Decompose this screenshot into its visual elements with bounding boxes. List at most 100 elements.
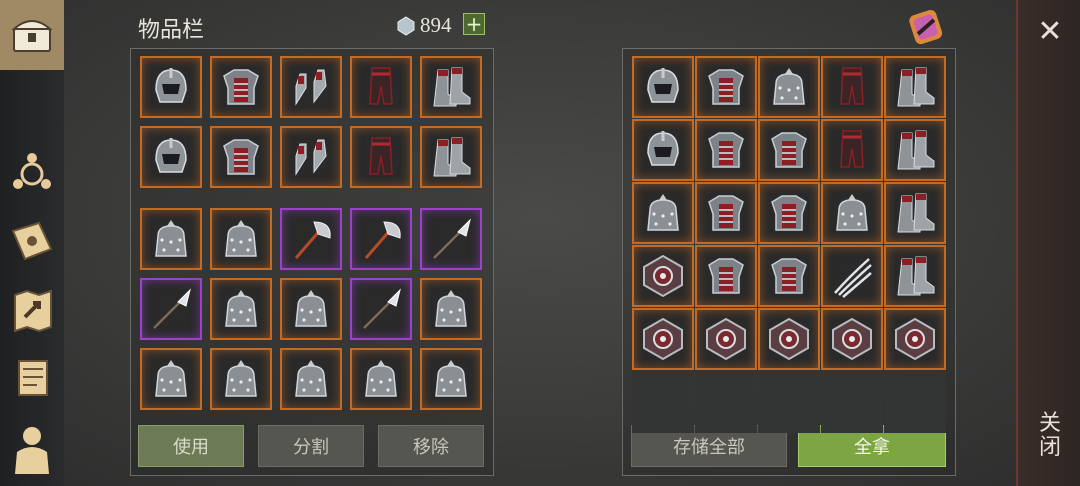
- item-slot-chest-armor[interactable]: [758, 119, 820, 181]
- axe-icon: [364, 221, 401, 259]
- empty-slot[interactable]: [884, 371, 946, 433]
- item-slot-chest-armor[interactable]: [210, 56, 272, 118]
- chest-armor-icon: [708, 258, 744, 294]
- item-slot-boots[interactable]: [420, 126, 482, 188]
- chest-armor-icon: [708, 69, 744, 105]
- item-slot-spiked-armor[interactable]: [420, 348, 482, 410]
- item-slot-boots[interactable]: [884, 119, 946, 181]
- close-panel[interactable]: ✕ 关闭: [1016, 0, 1080, 486]
- item-slot-gloves[interactable]: [280, 56, 342, 118]
- item-slot-leg-armor[interactable]: [350, 56, 412, 118]
- remove-button[interactable]: 移除: [378, 425, 484, 467]
- boots-icon: [897, 130, 935, 170]
- item-slot-helmet[interactable]: [140, 56, 202, 118]
- item-slot-spiked-armor[interactable]: [280, 348, 342, 410]
- spiked-armor-icon: [435, 360, 467, 397]
- left-sidebar: [0, 0, 64, 486]
- item-slot-spiked-armor[interactable]: [210, 278, 272, 340]
- character-icon[interactable]: [6, 424, 58, 476]
- empty-slot[interactable]: [758, 371, 820, 433]
- item-slot-helmet[interactable]: [632, 119, 694, 181]
- item-slot-shield[interactable]: [821, 308, 883, 370]
- item-slot-axe[interactable]: [280, 208, 342, 270]
- item-slot-chest-armor[interactable]: [695, 56, 757, 118]
- currency-count: 894: [420, 13, 452, 37]
- item-slot-chest-armor[interactable]: [758, 245, 820, 307]
- shield-icon: [895, 317, 935, 361]
- item-slot-shield[interactable]: [632, 308, 694, 370]
- item-slot-glaive[interactable]: [350, 278, 412, 340]
- item-slot-spiked-armor[interactable]: [210, 348, 272, 410]
- gloves-icon: [295, 139, 327, 176]
- chest-icon[interactable]: [6, 8, 58, 60]
- shield-icon: [643, 317, 683, 361]
- item-slot-glaive[interactable]: [140, 278, 202, 340]
- item-slot-spiked-armor[interactable]: [632, 182, 694, 244]
- item-slot-glaive[interactable]: [420, 208, 482, 270]
- helmet-icon: [155, 138, 187, 173]
- item-slot-shield[interactable]: [758, 308, 820, 370]
- item-slot-spiked-armor[interactable]: [420, 278, 482, 340]
- spiked-armor-icon: [225, 220, 257, 257]
- leg-armor-icon: [369, 137, 393, 175]
- close-icon[interactable]: ✕: [1036, 14, 1064, 50]
- item-slot-boots[interactable]: [884, 56, 946, 118]
- chest-armor-icon: [223, 69, 259, 105]
- boots-icon: [433, 67, 471, 107]
- item-slot-spiked-armor[interactable]: [140, 348, 202, 410]
- item-slot-shield[interactable]: [884, 308, 946, 370]
- item-slot-helmet[interactable]: [140, 126, 202, 188]
- empty-slot[interactable]: [632, 371, 694, 433]
- map-icon[interactable]: [6, 284, 58, 336]
- close-label[interactable]: 关闭: [1038, 412, 1062, 460]
- loot-bag-icon[interactable]: [904, 8, 948, 48]
- item-slot-spiked-armor[interactable]: [821, 182, 883, 244]
- scroll-icon[interactable]: [6, 352, 58, 404]
- item-slot-shield[interactable]: [632, 245, 694, 307]
- split-button[interactable]: 分割: [258, 425, 364, 467]
- empty-slot[interactable]: [821, 371, 883, 433]
- item-slot-chest-armor[interactable]: [695, 245, 757, 307]
- spiked-armor-icon: [435, 290, 467, 327]
- inventory-title: 物品栏: [138, 17, 205, 42]
- item-slot-boots[interactable]: [884, 182, 946, 244]
- spiked-armor-icon: [225, 360, 257, 397]
- item-slot-leg-armor[interactable]: [821, 119, 883, 181]
- item-slot-spiked-armor[interactable]: [758, 56, 820, 118]
- sun-book-icon[interactable]: [6, 216, 58, 268]
- gloves-icon: [295, 69, 327, 106]
- helmet-icon: [647, 131, 679, 166]
- spiked-armor-icon: [155, 360, 187, 397]
- item-slot-gloves[interactable]: [280, 126, 342, 188]
- item-slot-spiked-armor[interactable]: [140, 208, 202, 270]
- add-currency-button[interactable]: +: [463, 13, 485, 35]
- shield-icon: [706, 317, 746, 361]
- shield-icon: [832, 317, 872, 361]
- boots-icon: [897, 256, 935, 296]
- item-slot-leg-armor[interactable]: [821, 56, 883, 118]
- item-slot-chest-armor[interactable]: [695, 182, 757, 244]
- shield-icon: [643, 254, 683, 298]
- spiked-armor-icon: [295, 290, 327, 327]
- item-slot-leg-armor[interactable]: [350, 126, 412, 188]
- empty-slot[interactable]: [695, 371, 757, 433]
- item-slot-claws[interactable]: [821, 245, 883, 307]
- item-slot-spiked-armor[interactable]: [280, 278, 342, 340]
- item-slot-helmet[interactable]: [632, 56, 694, 118]
- helmet-icon: [155, 68, 187, 103]
- use-button[interactable]: 使用: [138, 425, 244, 467]
- item-slot-chest-armor[interactable]: [210, 126, 272, 188]
- item-slot-chest-armor[interactable]: [758, 182, 820, 244]
- chest-armor-icon: [708, 132, 744, 168]
- glaive-icon: [433, 218, 471, 259]
- item-slot-spiked-armor[interactable]: [210, 208, 272, 270]
- item-slot-chest-armor[interactable]: [695, 119, 757, 181]
- item-slot-spiked-armor[interactable]: [350, 348, 412, 410]
- item-slot-axe[interactable]: [350, 208, 412, 270]
- item-slot-shield[interactable]: [695, 308, 757, 370]
- chest-armor-icon: [223, 139, 259, 175]
- faction-icon[interactable]: [6, 146, 58, 198]
- chest-armor-icon: [708, 195, 744, 231]
- item-slot-boots[interactable]: [420, 56, 482, 118]
- item-slot-boots[interactable]: [884, 245, 946, 307]
